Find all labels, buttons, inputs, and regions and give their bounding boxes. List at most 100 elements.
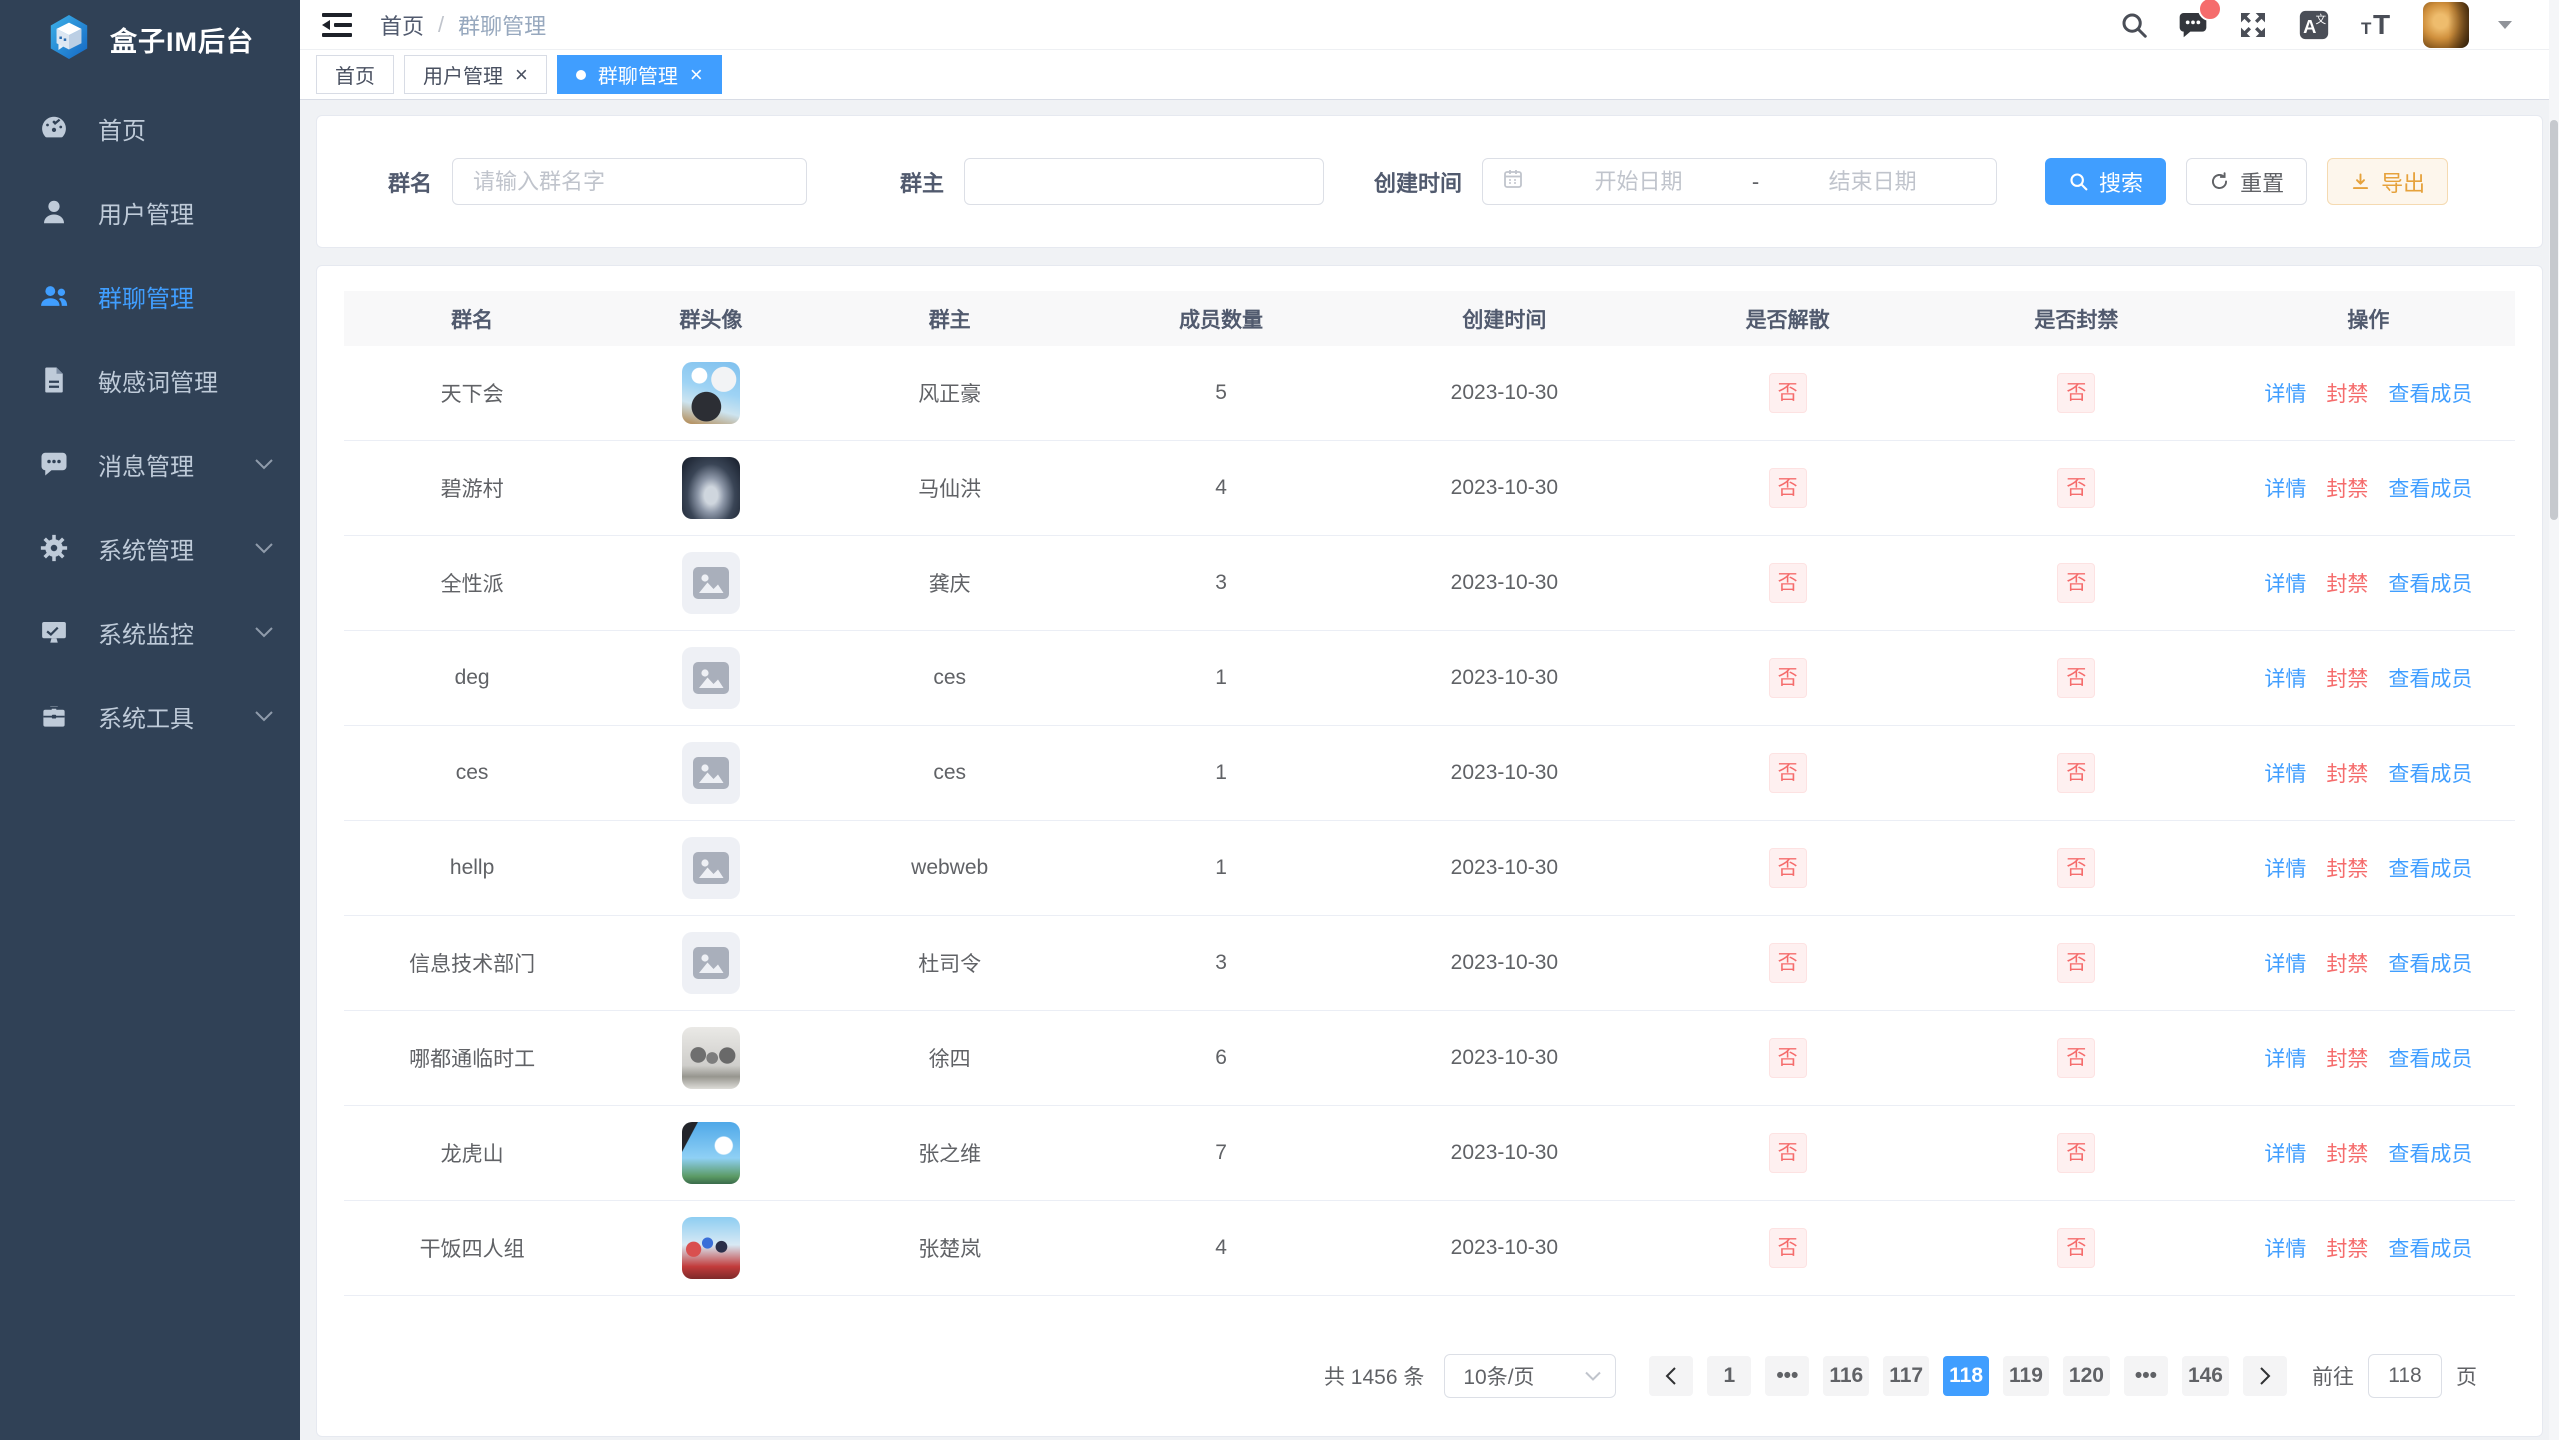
- page-button-116[interactable]: 116: [1823, 1356, 1869, 1396]
- tab-users[interactable]: 用户管理×: [404, 55, 547, 94]
- page-ellipsis-button[interactable]: •••: [1765, 1356, 1809, 1396]
- view-members-link[interactable]: 查看成员: [2388, 853, 2472, 883]
- export-button[interactable]: 导出: [2327, 158, 2448, 205]
- detail-link[interactable]: 详情: [2264, 663, 2306, 693]
- sidebar-item-label: 首页: [98, 111, 274, 146]
- detail-link[interactable]: 详情: [2264, 473, 2306, 503]
- end-date-input[interactable]: [1767, 168, 1978, 196]
- member-count-cell: 4: [1078, 476, 1365, 500]
- sidebar-item-label: 敏感词管理: [98, 363, 274, 398]
- tab-home[interactable]: 首页: [316, 55, 394, 94]
- sidebar-item-users[interactable]: 用户管理: [0, 170, 300, 254]
- detail-link[interactable]: 详情: [2264, 853, 2306, 883]
- page-scrollbar[interactable]: [2549, 0, 2559, 1440]
- close-icon[interactable]: ×: [690, 64, 703, 86]
- view-members-link[interactable]: 查看成员: [2388, 568, 2472, 598]
- next-page-button[interactable]: [2243, 1356, 2287, 1396]
- translate-icon[interactable]: A 文: [2297, 8, 2331, 42]
- prev-page-button[interactable]: [1649, 1356, 1693, 1396]
- document-icon: [38, 364, 70, 396]
- sidebar-item-monitor[interactable]: 系统监控: [0, 590, 300, 674]
- banned-cell: 否: [1931, 1133, 2222, 1173]
- view-members-link[interactable]: 查看成员: [2388, 758, 2472, 788]
- group-name-input[interactable]: [471, 168, 788, 196]
- ban-link[interactable]: 封禁: [2326, 1138, 2368, 1168]
- group-avatar-cell: [600, 1027, 821, 1089]
- search-button[interactable]: 搜索: [2045, 158, 2166, 205]
- page-button-119[interactable]: 119: [2003, 1356, 2049, 1396]
- sidebar-item-tools[interactable]: 系统工具: [0, 674, 300, 758]
- sidebar-item-label: 系统监控: [98, 615, 254, 650]
- ban-link[interactable]: 封禁: [2326, 853, 2368, 883]
- user-avatar[interactable]: [2423, 2, 2469, 48]
- detail-link[interactable]: 详情: [2264, 568, 2306, 598]
- search-icon[interactable]: [2119, 10, 2149, 40]
- sidebar-item-groups[interactable]: 群聊管理: [0, 254, 300, 338]
- view-members-link[interactable]: 查看成员: [2388, 1233, 2472, 1263]
- detail-link[interactable]: 详情: [2264, 948, 2306, 978]
- scrollbar-thumb[interactable]: [2550, 120, 2558, 520]
- ban-link[interactable]: 封禁: [2326, 473, 2368, 503]
- font-size-icon[interactable]: T T: [2359, 9, 2395, 41]
- actions-cell: 详情封禁查看成员: [2222, 1138, 2515, 1168]
- sidebar-item-messages[interactable]: 消息管理: [0, 422, 300, 506]
- view-members-link[interactable]: 查看成员: [2388, 378, 2472, 408]
- dissolved-tag: 否: [1769, 1038, 1807, 1078]
- actions-cell: 详情封禁查看成员: [2222, 1233, 2515, 1263]
- banned-cell: 否: [1931, 848, 2222, 888]
- page-button-120[interactable]: 120: [2063, 1356, 2110, 1396]
- tab-label: 首页: [335, 60, 375, 89]
- detail-link[interactable]: 详情: [2264, 378, 2306, 408]
- goto-page-input[interactable]: [2368, 1354, 2442, 1398]
- page-button-118[interactable]: 118: [1943, 1356, 1989, 1396]
- fullscreen-icon[interactable]: [2237, 9, 2269, 41]
- ban-link[interactable]: 封禁: [2326, 568, 2368, 598]
- detail-link[interactable]: 详情: [2264, 1043, 2306, 1073]
- view-members-link[interactable]: 查看成员: [2388, 473, 2472, 503]
- sidebar-item-label: 群聊管理: [98, 279, 274, 314]
- sidebar-collapse-icon[interactable]: [322, 12, 352, 38]
- sidebar-item-sensitive[interactable]: 敏感词管理: [0, 338, 300, 422]
- ban-link[interactable]: 封禁: [2326, 948, 2368, 978]
- app-logo[interactable]: 盒子IM后台: [0, 0, 300, 78]
- image-placeholder-icon: [682, 837, 740, 899]
- ban-link[interactable]: 封禁: [2326, 1043, 2368, 1073]
- notifications-message-icon[interactable]: [2177, 9, 2209, 41]
- reset-button[interactable]: 重置: [2186, 158, 2307, 205]
- group-avatar-image: [682, 1027, 740, 1089]
- detail-link[interactable]: 详情: [2264, 1138, 2306, 1168]
- view-members-link[interactable]: 查看成员: [2388, 1043, 2472, 1073]
- ban-link[interactable]: 封禁: [2326, 1233, 2368, 1263]
- caret-down-icon[interactable]: [2497, 20, 2513, 30]
- breadcrumb-root[interactable]: 首页: [380, 9, 424, 41]
- actions-cell: 详情封禁查看成员: [2222, 568, 2515, 598]
- ban-link[interactable]: 封禁: [2326, 378, 2368, 408]
- sidebar-item-label: 系统管理: [98, 531, 254, 566]
- ban-link[interactable]: 封禁: [2326, 758, 2368, 788]
- page-ellipsis-button[interactable]: •••: [2124, 1356, 2168, 1396]
- page-size-select[interactable]: 10条/页: [1444, 1354, 1616, 1398]
- topbar-actions: A 文 T T: [2119, 2, 2513, 48]
- view-members-link[interactable]: 查看成员: [2388, 663, 2472, 693]
- group-owner-input[interactable]: [983, 168, 1305, 196]
- sidebar-item-home[interactable]: 首页: [0, 86, 300, 170]
- banned-tag: 否: [2057, 943, 2095, 983]
- group-owner-cell: ces: [822, 761, 1078, 785]
- detail-link[interactable]: 详情: [2264, 758, 2306, 788]
- close-icon[interactable]: ×: [515, 64, 528, 86]
- tab-groups[interactable]: 群聊管理×: [557, 55, 722, 94]
- sidebar-item-system[interactable]: 系统管理: [0, 506, 300, 590]
- start-date-input[interactable]: [1533, 168, 1744, 196]
- member-count-cell: 4: [1078, 1236, 1365, 1260]
- breadcrumb: 首页 / 群聊管理: [380, 9, 546, 41]
- view-members-link[interactable]: 查看成员: [2388, 1138, 2472, 1168]
- page-button-117[interactable]: 117: [1883, 1356, 1929, 1396]
- page-button-1[interactable]: 1: [1707, 1356, 1751, 1396]
- page-button-146[interactable]: 146: [2182, 1356, 2229, 1396]
- image-placeholder-icon: [682, 552, 740, 614]
- detail-link[interactable]: 详情: [2264, 1233, 2306, 1263]
- member-count-cell: 5: [1078, 381, 1365, 405]
- view-members-link[interactable]: 查看成员: [2388, 948, 2472, 978]
- ban-link[interactable]: 封禁: [2326, 663, 2368, 693]
- date-range-picker[interactable]: -: [1482, 158, 1997, 205]
